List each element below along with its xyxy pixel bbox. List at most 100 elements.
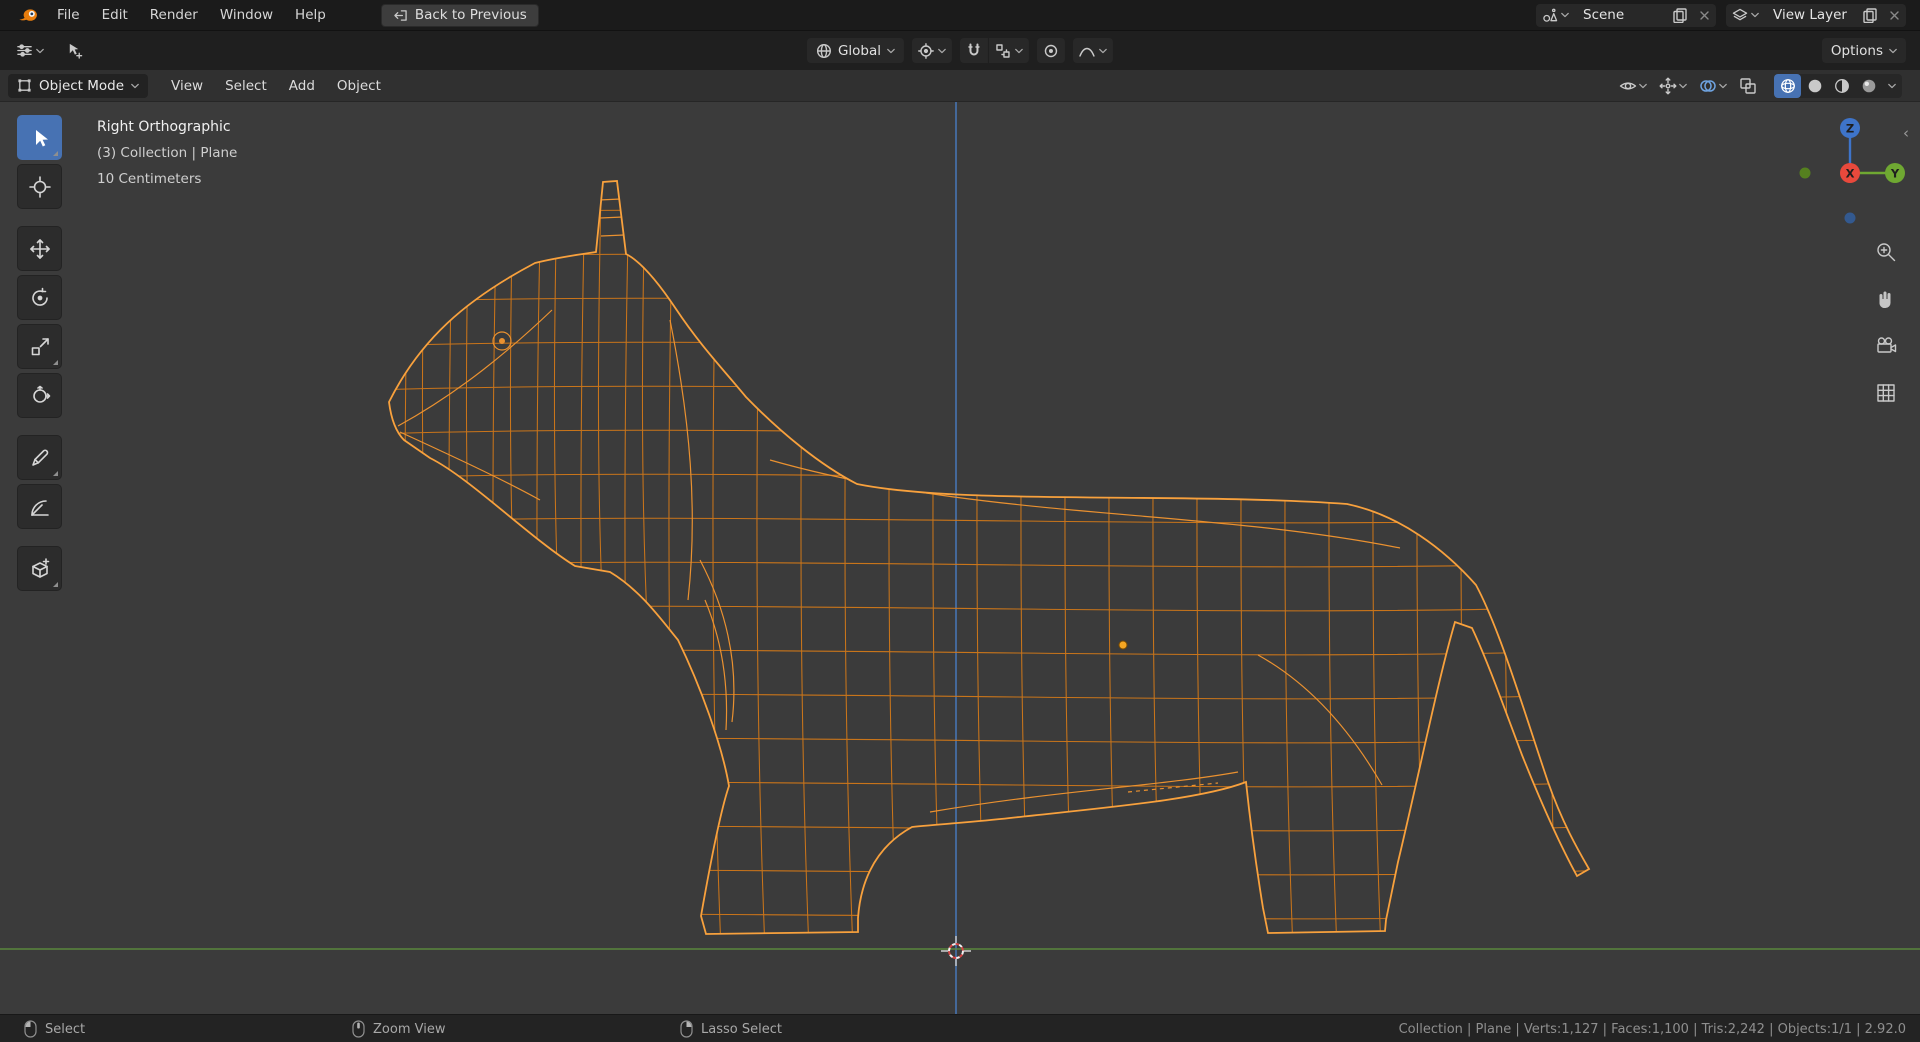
hint-lasso-select: Lasso Select <box>680 1015 782 1042</box>
add-cube-icon <box>31 557 49 578</box>
tool-cursor[interactable] <box>17 164 62 209</box>
viewport-3d[interactable]: Object Mode View Select Add Object Right… <box>0 70 1920 1014</box>
proportional-falloff-dropdown[interactable] <box>1073 38 1114 63</box>
solid-sphere-icon <box>1808 79 1821 92</box>
tool-scale[interactable] <box>17 324 62 369</box>
axis-y-negative-ball[interactable] <box>1799 167 1811 179</box>
chevron-down-icon <box>36 48 44 53</box>
tool-shelf <box>17 115 62 591</box>
scene-canvas[interactable] <box>0 70 1920 1014</box>
transform-orientation-dropdown[interactable]: Global <box>806 38 905 63</box>
new-scene-button[interactable] <box>1667 4 1693 27</box>
axis-x-ball[interactable]: X <box>1840 163 1860 183</box>
dog-eye <box>499 338 505 344</box>
view-layer-name-field[interactable]: View Layer <box>1765 7 1857 23</box>
zoom-view-button[interactable] <box>1872 238 1900 266</box>
annotate-pen-icon <box>31 449 48 466</box>
tool-transform[interactable] <box>17 373 62 418</box>
proportional-circle-icon <box>1044 44 1058 57</box>
axis-y-ball[interactable]: Y <box>1885 163 1905 183</box>
new-view-layer-button[interactable] <box>1857 4 1883 27</box>
object-visibility-dropdown[interactable] <box>1616 74 1650 98</box>
menu-view[interactable]: View <box>160 70 214 101</box>
mouse-left-icon <box>24 1020 37 1038</box>
menu-add[interactable]: Add <box>278 70 326 101</box>
gizmos-dropdown[interactable] <box>1656 74 1690 98</box>
blender-logo-icon <box>19 8 37 21</box>
wireframe-sphere-icon <box>1780 78 1795 93</box>
viewport-header: Object Mode View Select Add Object <box>0 70 1920 102</box>
hand-icon <box>1879 291 1891 308</box>
toggle-ortho-button[interactable] <box>1872 379 1900 407</box>
copy-icon <box>1863 7 1877 23</box>
svg-text:X: X <box>1846 167 1855 181</box>
pivot-point-dropdown[interactable] <box>912 38 953 63</box>
snap-settings-dropdown[interactable] <box>989 38 1030 63</box>
tool-move[interactable] <box>17 226 62 271</box>
tool-rotate[interactable] <box>17 275 62 320</box>
shading-solid-button[interactable] <box>1801 74 1828 98</box>
grid-icon <box>1877 384 1895 402</box>
chevron-down-icon <box>1888 83 1896 88</box>
scene-icon <box>1543 8 1558 22</box>
menu-window[interactable]: Window <box>209 0 284 30</box>
blender-menu[interactable] <box>10 0 46 30</box>
tool-annotate[interactable] <box>17 435 62 480</box>
scene-browse-button[interactable] <box>1536 4 1575 27</box>
chevron-down-icon <box>1719 83 1727 88</box>
mode-dropdown[interactable]: Object Mode <box>8 73 149 98</box>
pivot-icon <box>918 42 934 59</box>
mouse-right-icon <box>680 1020 693 1038</box>
shading-dropdown[interactable] <box>1882 74 1902 98</box>
shading-mode-group <box>1774 73 1902 98</box>
scene-name-field[interactable]: Scene <box>1575 7 1667 23</box>
shading-material-button[interactable] <box>1828 74 1855 98</box>
mode-value: Object Mode <box>39 77 125 94</box>
chevron-down-icon <box>938 48 946 53</box>
active-tool-dropdown[interactable] <box>12 38 48 64</box>
chevron-down-icon <box>1099 48 1107 53</box>
menu-object[interactable]: Object <box>326 70 392 101</box>
navigation-gizmo[interactable]: Z Y X <box>1794 116 1906 228</box>
tweak-tool-indicator[interactable] <box>62 38 87 64</box>
menu-render[interactable]: Render <box>139 0 209 30</box>
shading-rendered-button[interactable] <box>1855 74 1882 98</box>
tool-properties-icon <box>17 44 32 57</box>
tool-add-cube[interactable] <box>17 546 62 591</box>
subtool-indicator <box>53 151 58 156</box>
dog-wireframe-model[interactable] <box>370 150 1610 950</box>
measure-icon <box>30 499 49 516</box>
orientation-value: Global <box>837 42 882 59</box>
view-layer-browse-button[interactable] <box>1726 4 1765 27</box>
options-dropdown[interactable]: Options <box>1821 38 1906 63</box>
menu-file[interactable]: File <box>46 0 91 30</box>
proportional-editing-toggle[interactable] <box>1037 38 1066 63</box>
hint-select: Select <box>24 1015 85 1042</box>
tool-measure[interactable] <box>17 484 62 529</box>
delete-view-layer-button[interactable] <box>1883 4 1906 27</box>
menu-help[interactable]: Help <box>284 0 337 30</box>
cursor-crosshair-icon <box>28 175 51 198</box>
axis-z-ball[interactable]: Z <box>1840 118 1860 138</box>
scene-statistics: Collection | Plane | Verts:1,127 | Faces… <box>1398 1021 1906 1037</box>
sidebar-collapse-arrow[interactable]: ‹ <box>1903 124 1909 142</box>
wireframe-grid <box>389 181 1589 934</box>
menu-edit[interactable]: Edit <box>91 0 139 30</box>
xray-toggle[interactable] <box>1736 74 1760 98</box>
pan-view-button[interactable] <box>1872 285 1900 313</box>
shading-wireframe-button[interactable] <box>1774 73 1801 98</box>
menu-select[interactable]: Select <box>214 70 278 101</box>
camera-view-button[interactable] <box>1872 332 1900 360</box>
snap-toggle[interactable] <box>960 38 989 63</box>
delete-scene-button[interactable] <box>1693 4 1716 27</box>
axis-z-negative-ball[interactable] <box>1844 212 1856 224</box>
back-to-previous-button[interactable]: Back to Previous <box>380 3 539 27</box>
object-mode-icon <box>18 79 31 92</box>
rotate-icon <box>31 287 48 306</box>
falloff-curve-icon <box>1079 47 1095 57</box>
overlays-dropdown[interactable] <box>1696 74 1730 98</box>
wireframe-contours <box>397 198 1401 813</box>
mouse-middle-icon <box>352 1020 365 1038</box>
subtool-indicator <box>53 471 58 476</box>
tool-select-box[interactable] <box>17 115 62 160</box>
